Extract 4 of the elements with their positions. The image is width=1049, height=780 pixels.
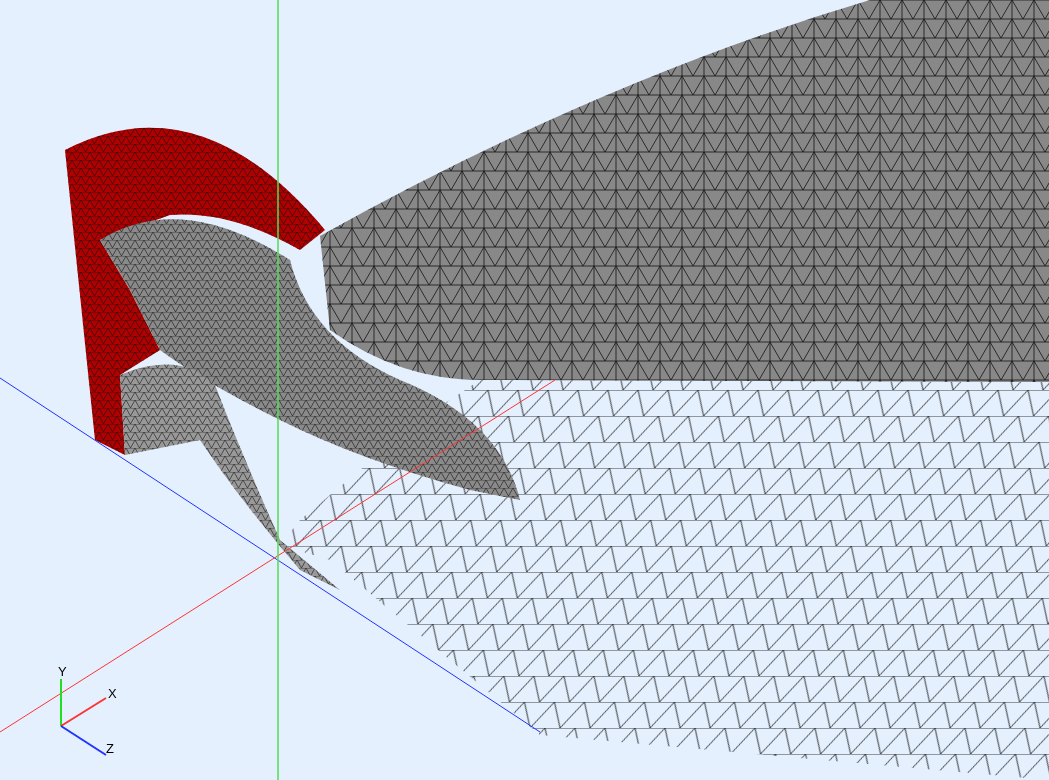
axis-label: Y [58,664,67,679]
viewport[interactable]: Y X Z [0,0,1049,780]
axis-label: X [108,686,117,701]
axis-label: Z [106,741,114,756]
